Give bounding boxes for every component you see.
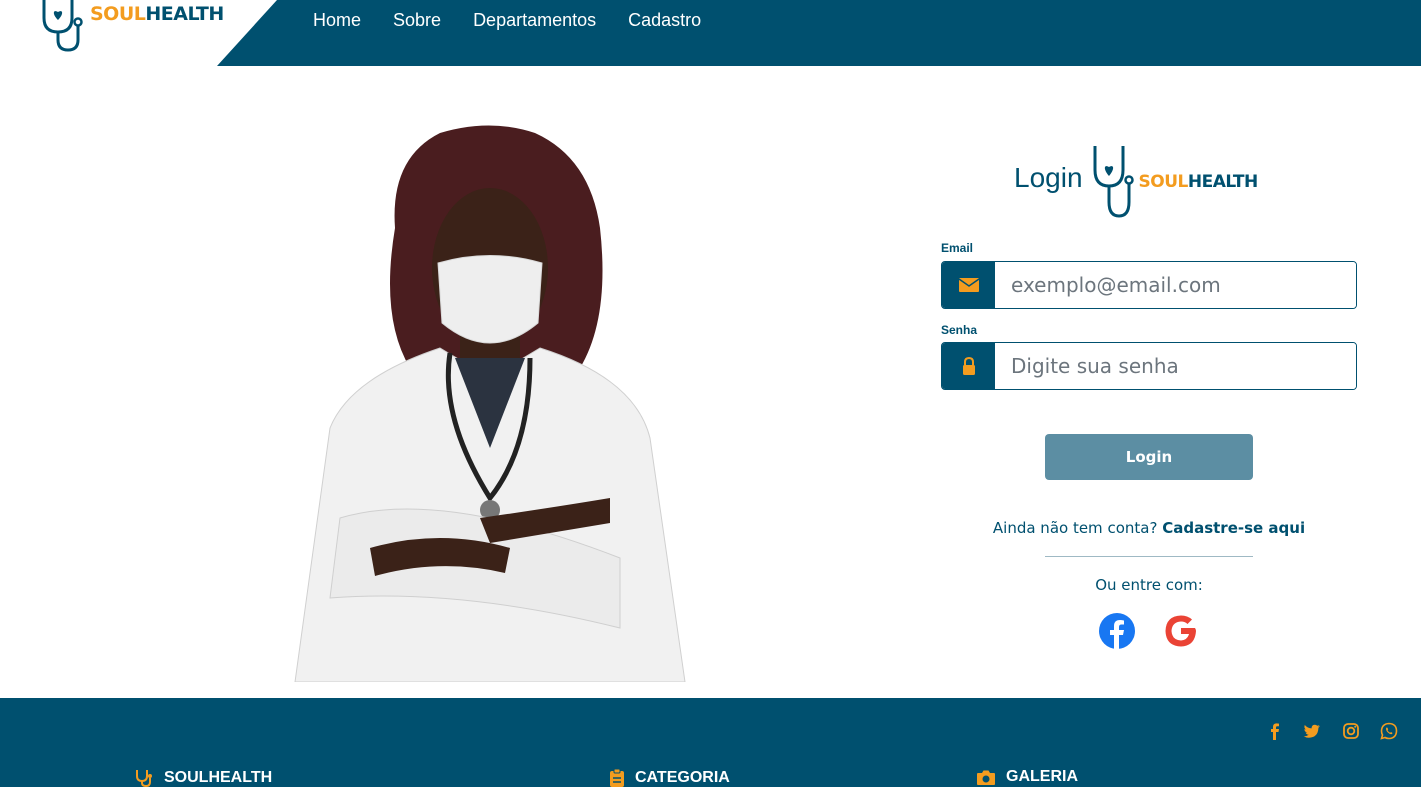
login-button[interactable]: Login — [1045, 434, 1253, 480]
twitter-icon[interactable] — [1303, 722, 1321, 740]
footer: SOULHEALTH CATEGORIA GALERIA — [0, 698, 1421, 787]
envelope-icon — [942, 262, 995, 308]
nav-cadastro[interactable]: Cadastro — [628, 10, 701, 31]
password-label: Senha — [941, 323, 978, 337]
main-nav: Home Sobre Departamentos Cadastro — [313, 10, 733, 31]
stethoscope-icon — [136, 770, 152, 787]
email-label: Email — [941, 241, 974, 255]
header-logo[interactable]: SOULHEALTH — [38, 0, 224, 54]
footer-col-title: GALERIA — [1006, 768, 1078, 785]
navbar: SOULHEALTH Home Sobre Departamentos Cada… — [0, 0, 1421, 66]
logo-health: HEALTH — [145, 3, 224, 25]
footer-col-soulhealth: SOULHEALTH — [134, 768, 272, 787]
divider — [1045, 556, 1253, 557]
login-logo-soul: SOUL — [1138, 172, 1189, 192]
stethoscope-icon — [1093, 146, 1134, 218]
login-logo-health: HEALTH — [1187, 172, 1258, 192]
login-logo: Login SOULHEALTH — [1014, 142, 1258, 220]
instagram-icon[interactable] — [1342, 722, 1360, 740]
email-input[interactable] — [995, 262, 1356, 308]
password-input[interactable] — [995, 343, 1356, 389]
camera-icon — [977, 770, 995, 785]
footer-col-categoria: CATEGORIA — [609, 768, 730, 787]
nav-departamentos[interactable]: Departamentos — [473, 10, 596, 31]
doctor-image — [294, 125, 686, 682]
stethoscope-icon — [42, 0, 83, 52]
password-field-group — [941, 342, 1357, 390]
login-logo-wordmark: SOULHEALTH — [1138, 172, 1259, 192]
login-title: Login — [1014, 162, 1083, 193]
email-field-group — [941, 261, 1357, 309]
clipboard-icon — [610, 768, 624, 787]
nav-sobre[interactable]: Sobre — [393, 10, 441, 31]
footer-col-galeria: GALERIA — [976, 768, 1078, 786]
nav-home[interactable]: Home — [313, 10, 361, 31]
or-login-with: Ou entre com: — [1095, 576, 1203, 594]
logo-wordmark: SOULHEALTH — [90, 3, 224, 25]
facebook-icon[interactable] — [1266, 722, 1284, 740]
footer-col-title: SOULHEALTH — [164, 769, 273, 786]
signup-prompt: Ainda não tem conta? Cadastre-se aqui — [940, 519, 1358, 537]
lock-icon — [942, 343, 995, 389]
footer-col-title: CATEGORIA — [635, 769, 730, 786]
logo-soul: SOUL — [90, 3, 146, 25]
facebook-icon[interactable] — [1098, 612, 1136, 650]
no-account-text: Ainda não tem conta? — [992, 519, 1158, 537]
signup-link[interactable]: Cadastre-se aqui — [1162, 519, 1305, 537]
whatsapp-icon[interactable] — [1380, 722, 1398, 740]
google-icon[interactable] — [1162, 612, 1200, 650]
